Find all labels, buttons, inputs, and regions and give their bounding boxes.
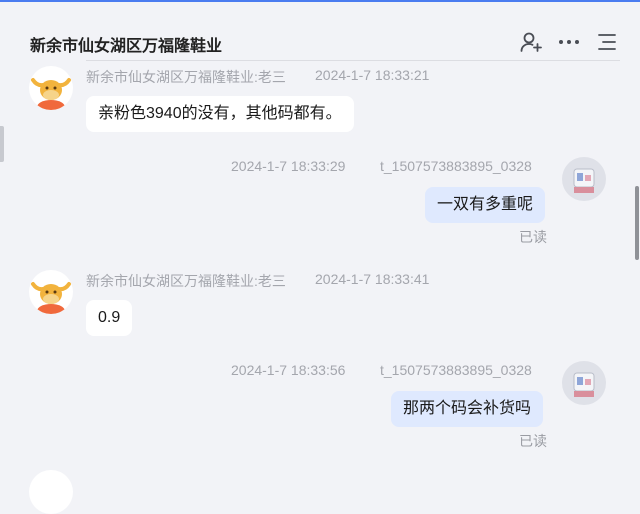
user-photo-icon bbox=[573, 372, 595, 397]
chat-title: 新余市仙女湖区万福隆鞋业 bbox=[30, 38, 223, 55]
message-sender: 新余市仙女湖区万福隆鞋业:老三 bbox=[86, 69, 286, 85]
avatar[interactable] bbox=[29, 66, 73, 110]
header-divider bbox=[86, 60, 620, 61]
chat-header: 新余市仙女湖区万福隆鞋业 bbox=[0, 2, 640, 60]
avatar[interactable] bbox=[562, 361, 606, 405]
message-sender: t_1507573883895_0328 bbox=[380, 158, 532, 174]
message-time: 2024-1-7 18:33:41 bbox=[315, 271, 430, 287]
sidebar-collapse-handle[interactable] bbox=[0, 126, 4, 162]
cow-mascot-icon bbox=[31, 78, 71, 110]
message-sender: t_1507573883895_0328 bbox=[380, 362, 532, 378]
avatar[interactable] bbox=[562, 157, 606, 201]
message-bubble[interactable]: 那两个码会补货吗 bbox=[391, 391, 544, 427]
more-dots-icon[interactable] bbox=[557, 30, 581, 54]
avatar[interactable] bbox=[29, 270, 73, 314]
read-receipt: 已读 bbox=[519, 229, 547, 245]
user-photo-icon bbox=[573, 168, 595, 193]
add-member-icon[interactable] bbox=[519, 30, 543, 54]
message-time: 2024-1-7 18:33:56 bbox=[231, 362, 346, 378]
read-receipt: 已读 bbox=[519, 433, 547, 449]
cow-mascot-icon bbox=[31, 282, 71, 314]
message-bubble[interactable]: 一双有多重呢 bbox=[425, 187, 546, 223]
menu-list-icon[interactable] bbox=[595, 30, 619, 54]
message-bubble[interactable]: 亲粉色3940的没有，其他码都有。 bbox=[86, 96, 354, 132]
avatar[interactable] bbox=[29, 470, 73, 514]
scrollbar-thumb[interactable] bbox=[635, 186, 639, 260]
message-time: 2024-1-7 18:33:29 bbox=[231, 158, 346, 174]
message-time: 2024-1-7 18:33:21 bbox=[315, 67, 430, 83]
message-bubble[interactable]: 0.9 bbox=[86, 300, 133, 336]
message-sender: 新余市仙女湖区万福隆鞋业:老三 bbox=[86, 273, 286, 289]
